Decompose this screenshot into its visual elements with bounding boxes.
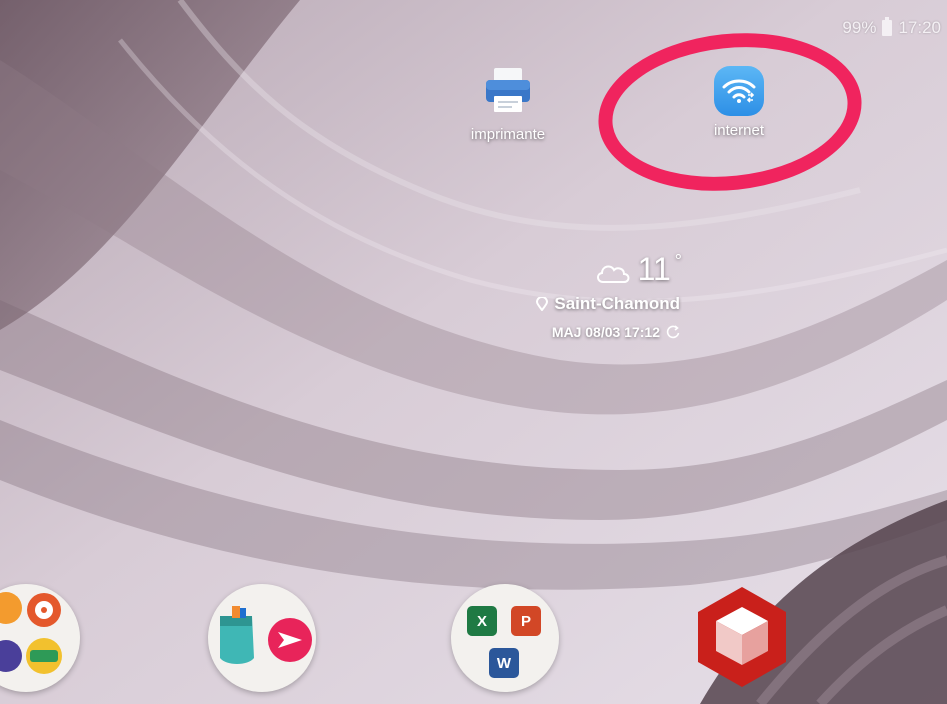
location-pin-icon xyxy=(536,297,549,311)
refresh-icon[interactable] xyxy=(666,325,680,339)
printer-icon xyxy=(486,68,530,112)
home-screen: 99% 17:20 imprimante internet 11 ° Saint… xyxy=(0,0,947,704)
battery-percent: 99% xyxy=(842,18,877,37)
temperature: 11 xyxy=(637,251,671,287)
app-imprimante[interactable]: imprimante xyxy=(448,66,568,143)
app-label: imprimante xyxy=(470,126,546,143)
powerpoint-icon[interactable]: P xyxy=(511,606,541,636)
last-updated: MAJ 08/03 17:12 xyxy=(551,324,660,340)
app-folder-icon xyxy=(220,606,312,664)
app-label: internet xyxy=(713,122,765,139)
word-icon[interactable]: W xyxy=(489,648,519,678)
weather-widget[interactable]: 11 ° Saint-Chamond MAJ 08/03 17:12 xyxy=(500,252,700,340)
update-row: MAJ 08/03 17:12 xyxy=(500,324,700,340)
location-row: Saint-Chamond xyxy=(500,294,700,314)
status-bar: 99% 17:20 xyxy=(842,17,941,38)
cube-app-icon xyxy=(698,587,786,687)
location-name: Saint-Chamond xyxy=(554,294,680,313)
clock: 17:20 xyxy=(898,18,941,37)
excel-icon[interactable]: X xyxy=(467,606,497,636)
battery-icon xyxy=(882,17,893,36)
app-internet[interactable]: internet xyxy=(684,66,794,139)
dock-folder-office[interactable]: X P W xyxy=(451,584,559,692)
temperature-row: 11 ° xyxy=(500,252,700,286)
wifi-icon xyxy=(714,66,764,116)
dock-folder-2[interactable] xyxy=(208,584,316,692)
cloud-icon xyxy=(596,265,630,283)
degree-sign: ° xyxy=(674,251,682,271)
cube-app[interactable] xyxy=(694,585,790,689)
